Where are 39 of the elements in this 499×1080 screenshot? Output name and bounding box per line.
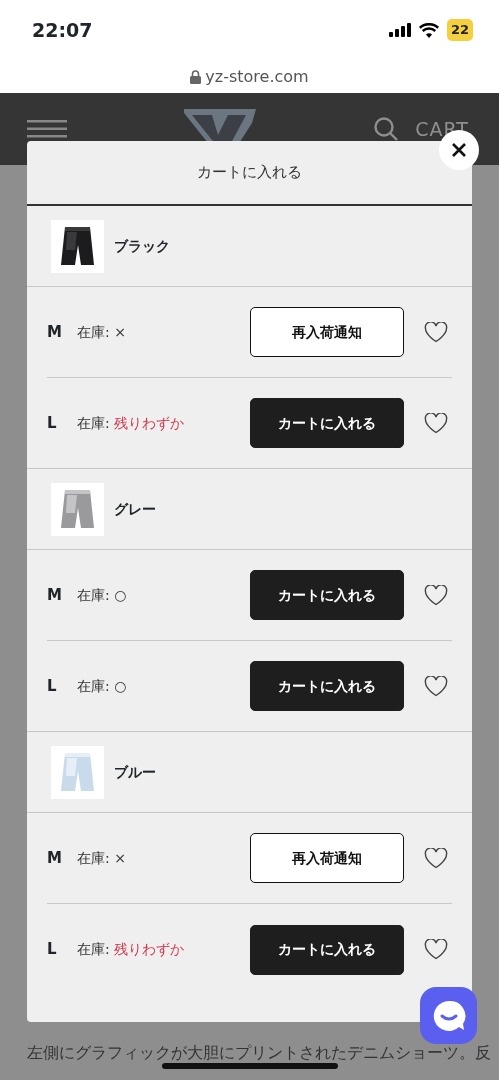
close-icon	[451, 142, 467, 158]
chat-icon	[431, 998, 466, 1033]
stock-status: 在庫: ○	[77, 676, 127, 696]
add-to-cart-button[interactable]: カートに入れる	[250, 661, 404, 711]
add-to-cart-button[interactable]: カートに入れる	[250, 398, 404, 448]
description-text: 左側にグラフィックが大胆にプリントされたデニムショーツ。反	[27, 1043, 491, 1064]
status-time: 22:07	[32, 17, 93, 43]
size-label: L	[47, 675, 58, 697]
add-to-cart-button[interactable]: カートに入れる	[250, 924, 404, 975]
heart-icon[interactable]	[424, 939, 448, 960]
signal-icon	[388, 23, 411, 37]
wifi-icon	[418, 22, 439, 38]
heart-icon[interactable]	[424, 412, 448, 434]
size-label: M	[47, 847, 63, 869]
menu-icon[interactable]	[27, 120, 67, 138]
stock-status: 在庫: 残りわずか	[77, 940, 185, 959]
battery-level: 22	[446, 19, 473, 41]
stock-status: 在庫: ○	[77, 585, 127, 605]
heart-icon[interactable]	[424, 321, 448, 343]
size-label: M	[47, 321, 63, 343]
color-name: ブルー	[114, 762, 156, 782]
stock-status: 在庫: ×	[77, 848, 126, 868]
stock-status: 在庫: ×	[77, 322, 126, 342]
heart-icon[interactable]	[424, 584, 448, 606]
url-text[interactable]: yz-store.com	[205, 64, 309, 89]
chat-button[interactable]	[420, 987, 477, 1044]
size-label: L	[47, 412, 58, 434]
heart-icon[interactable]	[424, 847, 448, 869]
size-label: M	[47, 584, 63, 606]
heart-icon[interactable]	[424, 675, 448, 697]
add-to-cart-button[interactable]: カートに入れる	[250, 570, 404, 620]
restock-notify-button[interactable]: 再入荷通知	[250, 307, 404, 357]
color-name: ブラック	[114, 236, 170, 256]
search-icon[interactable]	[373, 116, 400, 142]
color-name: グレー	[114, 499, 156, 519]
size-label: L	[47, 939, 58, 961]
restock-notify-button[interactable]: 再入荷通知	[250, 833, 404, 883]
stock-status: 在庫: 残りわずか	[77, 413, 185, 433]
lock-icon	[190, 69, 202, 84]
